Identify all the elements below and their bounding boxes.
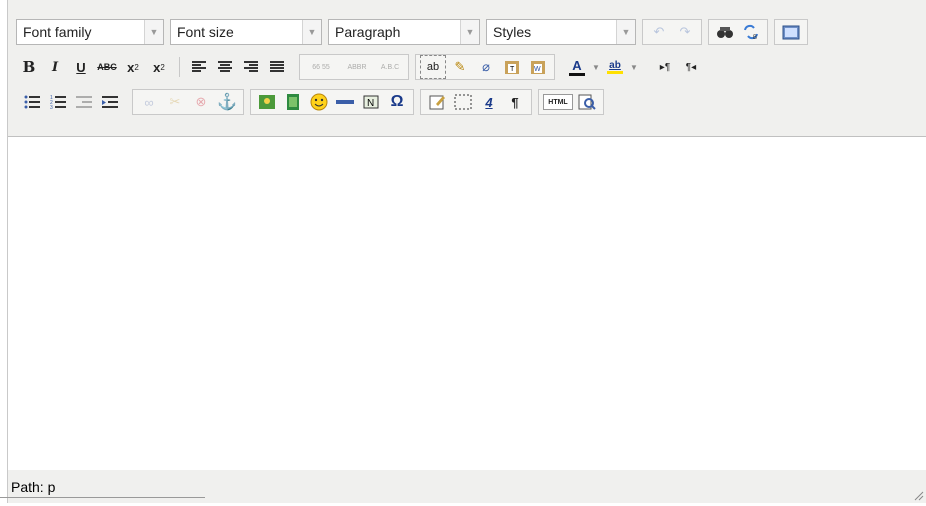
superscript-label: x <box>153 59 161 75</box>
replace-icon[interactable]: B <box>739 21 763 43</box>
link-icon[interactable]: ∞ <box>137 91 161 113</box>
code-group: HTML <box>538 89 604 115</box>
chevron-down-icon[interactable]: ▼ <box>629 56 639 78</box>
find-icon[interactable] <box>713 21 737 43</box>
font-family-select[interactable]: Font family ▼ <box>16 19 164 45</box>
format-select[interactable]: Paragraph ▼ <box>328 19 480 45</box>
svg-text:T: T <box>510 66 515 73</box>
justify-group <box>183 54 293 80</box>
svg-text:B: B <box>753 35 757 40</box>
subscript-label: x <box>127 59 135 75</box>
code-icon[interactable]: HTML <box>543 94 573 110</box>
undo-icon[interactable]: ↶ <box>647 21 671 43</box>
layout-group: 4 ¶ <box>420 89 532 115</box>
fullscreen-group <box>774 19 808 45</box>
nonbreaking-icon[interactable]: N <box>359 91 383 113</box>
styles-select[interactable]: Styles ▼ <box>486 19 636 45</box>
direction-group: ▸¶ ¶◂ <box>649 54 707 80</box>
toolbar-area: Font family ▼ Font size ▼ Paragraph ▼ St… <box>8 0 926 136</box>
media-icon[interactable] <box>281 91 305 113</box>
clean-group: ab ✎ ⌀ T W <box>415 54 555 80</box>
list-group: 123 <box>16 89 126 115</box>
del-icon[interactable]: ⊗ <box>189 91 213 113</box>
font-size-label: Font size <box>177 24 234 40</box>
history-group: ↶ ↷ <box>642 19 702 45</box>
text-style-group: B I U ABC x2 x2 <box>16 54 172 80</box>
justify-full-icon[interactable] <box>265 56 289 78</box>
numbered-list-icon[interactable]: 123 <box>46 91 70 113</box>
visualchars-icon[interactable]: ¶ <box>503 91 527 113</box>
charmap-icon[interactable]: Ω <box>385 91 409 113</box>
forecolor-label: A <box>572 58 582 73</box>
paste-text-icon[interactable]: T <box>500 56 524 78</box>
rtl-icon[interactable]: ¶◂ <box>679 56 703 78</box>
justify-left-icon[interactable] <box>187 56 211 78</box>
strikethrough-button[interactable]: ABC <box>95 56 119 78</box>
svg-text:W: W <box>534 66 541 73</box>
xhtml-group: 66 55 ABBR A.B.C <box>299 54 409 80</box>
unlink-icon[interactable]: ✂ <box>163 91 187 113</box>
spellcheck-icon[interactable]: ab <box>420 55 446 79</box>
styleprops-icon[interactable]: 4 <box>477 91 501 113</box>
link-group: ∞ ✂ ⊗ ⚓ <box>132 89 244 115</box>
toolbar-row-2: B I U ABC x2 x2 66 55 ABBR A.B.C ab ✎ ⌀ … <box>16 53 713 81</box>
preview-icon[interactable] <box>575 91 599 113</box>
element-path[interactable]: Path: p <box>11 479 55 495</box>
svg-text:3: 3 <box>50 105 53 109</box>
paste-word-icon[interactable]: W <box>526 56 550 78</box>
color-swatch <box>607 71 623 74</box>
format-label: Paragraph <box>335 24 401 40</box>
backcolor-label: ab <box>609 60 621 71</box>
superscript-button[interactable]: x2 <box>147 56 171 78</box>
hr-icon[interactable] <box>333 91 357 113</box>
resize-grip-icon[interactable] <box>912 488 924 501</box>
divider <box>0 497 205 498</box>
toolbar-row-3: 123 ∞ ✂ ⊗ ⚓ N Ω 4 ¶ HTML <box>16 88 610 116</box>
color-swatch <box>569 73 585 76</box>
chevron-down-icon[interactable]: ▼ <box>591 56 601 78</box>
italic-button[interactable]: I <box>43 56 67 78</box>
forecolor-button[interactable]: A <box>565 56 589 78</box>
emoticon-icon[interactable] <box>307 91 331 113</box>
editor-content-area[interactable] <box>8 136 926 471</box>
removeformat-icon[interactable]: ⌀ <box>474 56 498 78</box>
bold-button[interactable]: B <box>17 56 41 78</box>
underline-button[interactable]: U <box>69 56 93 78</box>
redo-icon[interactable]: ↷ <box>673 21 697 43</box>
indent-icon[interactable] <box>98 91 122 113</box>
bullet-list-icon[interactable] <box>20 91 44 113</box>
justify-right-icon[interactable] <box>239 56 263 78</box>
insert-group: N Ω <box>250 89 414 115</box>
toolbar-row-1: Font family ▼ Font size ▼ Paragraph ▼ St… <box>16 18 814 46</box>
rich-text-editor: Font family ▼ Font size ▼ Paragraph ▼ St… <box>7 0 926 503</box>
chevron-down-icon[interactable]: ▼ <box>144 20 163 44</box>
cite-icon[interactable]: 66 55 <box>304 56 338 78</box>
chevron-down-icon[interactable]: ▼ <box>616 20 635 44</box>
separator <box>179 57 180 77</box>
outdent-icon[interactable] <box>72 91 96 113</box>
anchor-icon[interactable]: ⚓ <box>215 91 239 113</box>
chevron-down-icon[interactable]: ▼ <box>460 20 479 44</box>
styles-label: Styles <box>493 24 532 40</box>
backcolor-button[interactable]: ab <box>603 56 627 78</box>
ltr-icon[interactable]: ▸¶ <box>653 56 677 78</box>
image-icon[interactable] <box>255 91 279 113</box>
svg-text:N: N <box>367 98 374 109</box>
chevron-down-icon[interactable]: ▼ <box>302 20 321 44</box>
color-group: A ▼ ab ▼ <box>561 54 643 80</box>
fullscreen-icon[interactable] <box>779 21 803 43</box>
cleanup-icon[interactable]: ✎ <box>448 56 472 78</box>
subscript-button[interactable]: x2 <box>121 56 145 78</box>
search-group: B <box>708 19 768 45</box>
status-bar: Path: p <box>8 470 926 503</box>
font-family-label: Font family <box>23 24 92 40</box>
template-icon[interactable] <box>425 91 449 113</box>
abbr-icon[interactable]: ABBR <box>340 56 374 78</box>
acronym-icon[interactable]: A.B.C <box>376 56 404 78</box>
justify-center-icon[interactable] <box>213 56 237 78</box>
visualaid-icon[interactable] <box>451 91 475 113</box>
font-size-select[interactable]: Font size ▼ <box>170 19 322 45</box>
